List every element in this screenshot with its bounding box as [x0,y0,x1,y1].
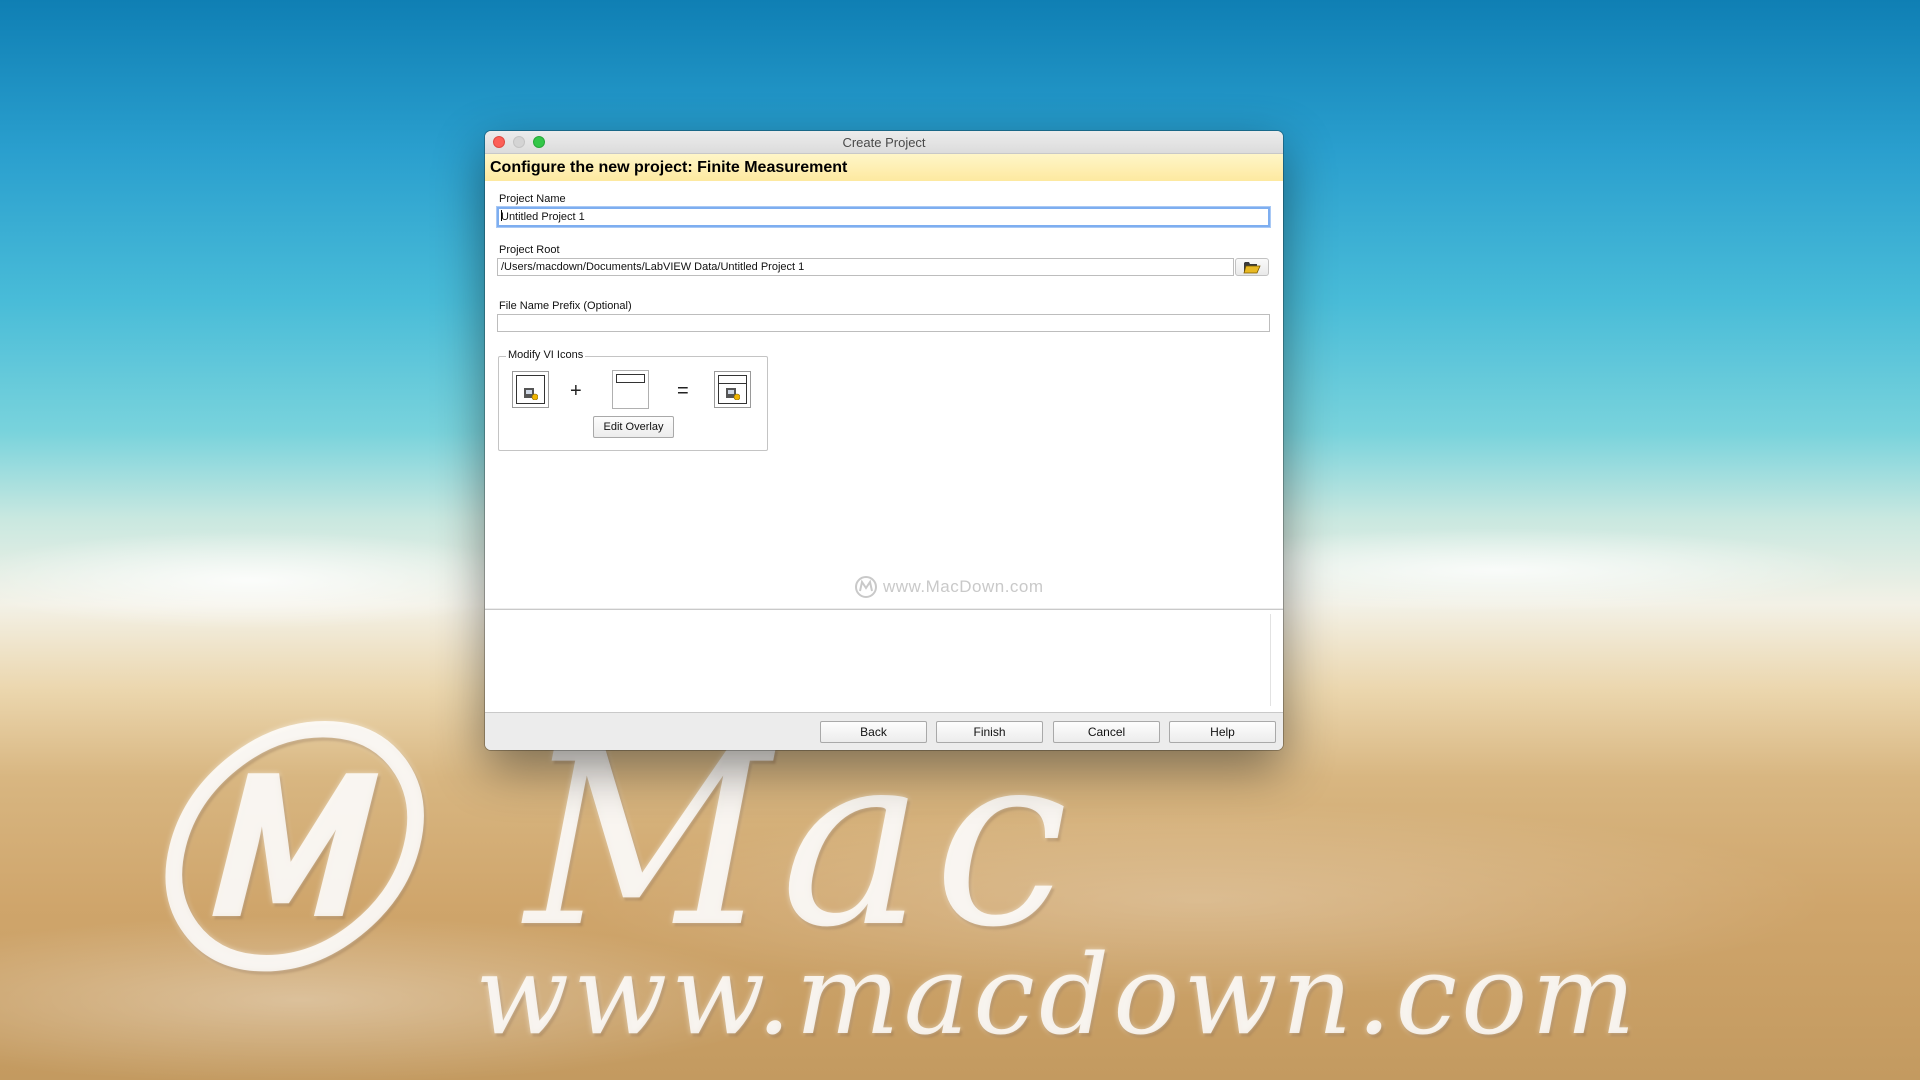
project-root-value: /Users/macdown/Documents/LabVIEW Data/Un… [501,261,805,273]
description-scrollbar[interactable] [1270,614,1271,706]
project-name-value: Untitled Project 1 [501,211,585,223]
modify-vi-icons-group: Modify VI Icons + = Edit Overlay [498,349,768,451]
back-button[interactable]: Back [820,721,927,743]
watermark-text: www.MacDown.com [883,577,1044,596]
group-label: Modify VI Icons [506,349,586,361]
folder-open-icon [1243,261,1261,273]
vi-icon-frame [516,375,545,404]
project-name-input[interactable]: Untitled Project 1 [497,207,1270,227]
banner-title: Configure the new project: Finite Measur… [490,158,848,176]
button-bar: Back Finish Cancel Help [485,713,1283,750]
watermark: www.MacDown.com [854,575,1044,599]
wizard-banner: Configure the new project: Finite Measur… [485,154,1283,182]
result-overlay-banner [719,376,746,384]
edit-overlay-button[interactable]: Edit Overlay [593,416,674,438]
browse-folder-button[interactable] [1235,258,1269,276]
window-title: Create Project [842,134,926,150]
traffic-lights [493,136,545,148]
vi-glyph-icon [726,388,740,400]
sand-logo-m: Ⓜ [140,702,400,1007]
project-root-input[interactable]: /Users/macdown/Documents/LabVIEW Data/Un… [497,258,1234,276]
close-button[interactable] [493,136,505,148]
overlay-banner [616,374,645,383]
finish-button[interactable]: Finish [936,721,1043,743]
help-button[interactable]: Help [1169,721,1276,743]
description-area[interactable] [485,609,1283,713]
project-name-label: Project Name [499,193,566,205]
file-prefix-input[interactable] [497,314,1270,332]
equals-sign: = [677,380,689,402]
vi-glyph-icon [524,388,538,400]
project-root-label: Project Root [499,244,560,256]
macdown-logo-icon [855,576,877,598]
create-project-window: Create Project Configure the new project… [485,131,1283,750]
result-vi-icon [714,371,751,408]
zoom-button[interactable] [533,136,545,148]
base-vi-icon [512,371,549,408]
minimize-button[interactable] [513,136,525,148]
result-icon-frame [718,375,747,404]
sand-mac-text: Mac [525,700,1079,980]
cancel-button[interactable]: Cancel [1053,721,1160,743]
overlay-icon [612,370,649,409]
form-panel: Project Name Untitled Project 1 Project … [485,181,1283,608]
sand-url-text: www.macdown.com [475,931,1640,1059]
file-prefix-label: File Name Prefix (Optional) [499,300,632,312]
plus-sign: + [570,380,582,402]
title-bar[interactable]: Create Project [485,131,1283,154]
